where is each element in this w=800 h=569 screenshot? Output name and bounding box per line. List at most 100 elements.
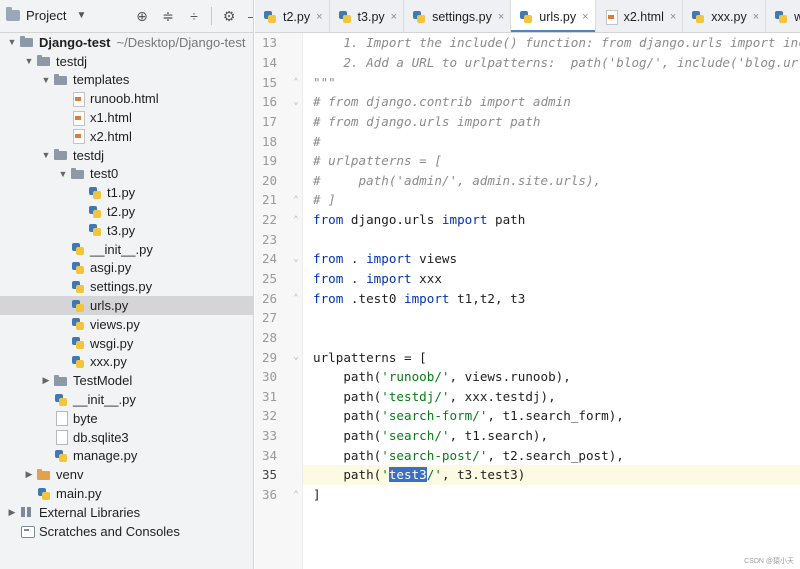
code-area[interactable]: 13 1. Import the include() function: fro… <box>262 33 800 505</box>
editor-tab[interactable]: t3.py × <box>330 0 405 32</box>
tree-item[interactable]: main.py <box>0 484 253 503</box>
editor-tab[interactable]: wsgi.py× <box>766 0 800 32</box>
fold-marker-icon[interactable]: ⌃ <box>291 195 301 205</box>
tree-item[interactable]: settings.py <box>0 277 253 296</box>
chevron-down-icon[interactable]: ▼ <box>23 56 35 66</box>
code-line[interactable]: 34 path('search-post/', t2.search_post), <box>262 445 800 465</box>
code-token: , xxx.testdj), <box>449 388 556 404</box>
tree-item[interactable]: xxx.py <box>0 353 253 372</box>
tree-item[interactable]: ▼ testdj <box>0 52 253 71</box>
code-line[interactable]: 28 <box>262 328 800 348</box>
chevron-down-icon[interactable]: ▼ <box>40 150 52 160</box>
code-line[interactable]: 21 ⌃ # ] <box>262 190 800 210</box>
code-line[interactable]: 26 ⌃ from .test0 import t1,t2, t3 <box>262 288 800 308</box>
close-icon[interactable]: × <box>391 11 397 23</box>
tree-item[interactable]: __init__.py <box>0 390 253 409</box>
code-line[interactable]: 15 ⌃ """ <box>262 72 800 92</box>
code-line[interactable]: 27 <box>262 308 800 328</box>
code-line[interactable]: 19 # urlpatterns = [ <box>262 151 800 171</box>
chevron-down-icon[interactable]: ▼ <box>40 75 52 85</box>
code-line[interactable]: 22 ⌃ from django.urls import path <box>262 210 800 230</box>
editor-tab[interactable]: settings.py × <box>404 0 512 32</box>
fold-marker-icon[interactable]: ⌄ <box>291 254 301 264</box>
expand-all-icon[interactable]: ÷ <box>181 6 207 26</box>
fold-marker-icon[interactable]: ⌄ <box>291 352 301 362</box>
code-line[interactable]: 18 # <box>262 131 800 151</box>
tree-item[interactable]: ▼ test0 <box>0 165 253 184</box>
tree-item[interactable]: manage.py <box>0 447 253 466</box>
editor-tab[interactable]: x2.html × <box>596 0 684 32</box>
project-view-selector[interactable]: Project ▼ <box>6 7 86 23</box>
chevron-down-icon[interactable]: ▼ <box>6 37 18 47</box>
close-icon[interactable]: × <box>316 11 322 23</box>
fold-marker-icon[interactable]: ⌃ <box>291 215 301 225</box>
tree-item[interactable]: ▶ TestModel <box>0 371 253 390</box>
fold-marker-icon[interactable]: ⌄ <box>291 97 301 107</box>
close-icon[interactable]: × <box>670 11 676 23</box>
tree-item-label: test0 <box>90 166 119 182</box>
editor-tab[interactable]: t2.py × <box>255 0 330 32</box>
code-line[interactable]: 16 ⌄ # from django.contrib import admin <box>262 92 800 112</box>
tree-item[interactable]: byte <box>0 409 253 428</box>
toolbar-divider <box>211 7 212 25</box>
code-text: from .test0 import t1,t2, t3 <box>303 291 525 306</box>
chevron-down-icon[interactable]: ▼ <box>57 169 69 179</box>
tree-item[interactable]: urls.py <box>0 296 253 315</box>
chevron-right-icon[interactable]: ▶ <box>23 469 35 480</box>
tree-item[interactable]: views.py <box>0 315 253 334</box>
editor-tab[interactable]: urls.py × <box>511 0 596 32</box>
chevron-right-icon[interactable]: ▶ <box>40 375 52 386</box>
code-line[interactable]: 32 path('search-form/', t1.search_form), <box>262 406 800 426</box>
code-line[interactable]: 17 # from django.urls import path <box>262 112 800 132</box>
tree-item[interactable]: ▼ templates <box>0 71 253 90</box>
tree-item[interactable]: x1.html <box>0 108 253 127</box>
code-line[interactable]: 24 ⌄ from . import views <box>262 249 800 269</box>
folder-icon <box>37 468 51 482</box>
fold-marker-icon[interactable]: ⌃ <box>291 293 301 303</box>
gear-icon[interactable]: ⚙ <box>216 6 242 26</box>
tree-item[interactable]: t1.py <box>0 183 253 202</box>
code-text: # urlpatterns = [ <box>303 153 442 168</box>
tree-item[interactable]: runoob.html <box>0 89 253 108</box>
code-line[interactable]: 33 path('search/', t1.search), <box>262 426 800 446</box>
code-line[interactable]: 36 ⌃] <box>262 485 800 505</box>
collapse-all-icon[interactable]: ≑ <box>155 6 181 26</box>
line-number: 18 <box>261 133 277 149</box>
fold-marker-icon[interactable]: ⌃ <box>291 490 301 500</box>
tree-item[interactable]: t2.py <box>0 202 253 221</box>
folder-icon <box>54 374 68 388</box>
editor-tab[interactable]: xxx.py × <box>683 0 767 32</box>
code-line[interactable]: 25 from . import xxx <box>262 269 800 289</box>
close-icon[interactable]: × <box>753 11 759 23</box>
code-editor[interactable]: 13 1. Import the include() function: fro… <box>255 33 800 569</box>
code-line[interactable]: 30 path('runoob/', views.runoob), <box>262 367 800 387</box>
code-line[interactable]: 23 <box>262 229 800 249</box>
code-line[interactable]: 20 # path('admin/', admin.site.urls), <box>262 170 800 190</box>
tree-item[interactable]: ▼ Django-test ~/Desktop/Django-test <box>0 33 253 52</box>
tree-item[interactable]: asgi.py <box>0 259 253 278</box>
tree-item[interactable]: t3.py <box>0 221 253 240</box>
code-line[interactable]: 29 ⌄ urlpatterns = [ <box>262 347 800 367</box>
minimize-icon[interactable]: — <box>242 6 253 26</box>
tree-item[interactable]: ▶ External Libraries <box>0 503 253 522</box>
code-line[interactable]: 14 2. Add a URL to urlpatterns: path('bl… <box>262 53 800 73</box>
tree-item[interactable]: db.sqlite3 <box>0 428 253 447</box>
tree-item[interactable]: x2.html <box>0 127 253 146</box>
fold-marker-icon[interactable]: ⌃ <box>291 77 301 87</box>
code-line[interactable]: 35 path('test3/', t3.test3) <box>262 465 800 485</box>
python-file-icon <box>71 355 85 369</box>
close-icon[interactable]: × <box>582 11 588 23</box>
tree-item[interactable]: wsgi.py <box>0 334 253 353</box>
target-icon[interactable]: ⊕ <box>129 6 155 26</box>
tree-item[interactable]: __init__.py <box>0 240 253 259</box>
line-number: 29 <box>261 349 277 365</box>
tree-item[interactable]: ▶ venv <box>0 465 253 484</box>
close-icon[interactable]: × <box>498 11 504 23</box>
code-line[interactable]: 31 path('testdj/', xxx.testdj), <box>262 387 800 407</box>
tree-item[interactable]: Scratches and Consoles <box>0 522 253 541</box>
tree-item[interactable]: ▼ testdj <box>0 146 253 165</box>
chevron-down-icon[interactable]: ▼ <box>76 10 86 21</box>
code-text: path('search-post/', t2.search_post), <box>303 448 624 463</box>
chevron-right-icon[interactable]: ▶ <box>6 507 18 518</box>
code-line[interactable]: 13 1. Import the include() function: fro… <box>262 33 800 53</box>
